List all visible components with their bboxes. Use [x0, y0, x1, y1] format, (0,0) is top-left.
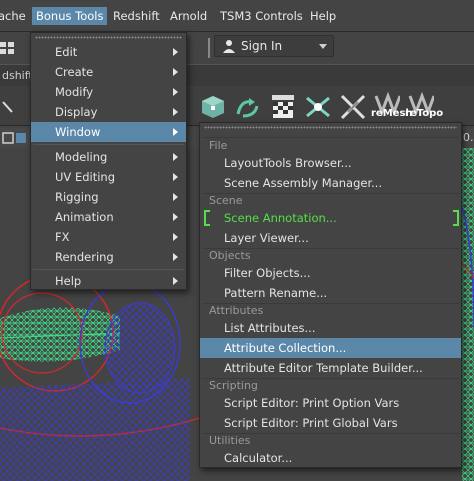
menu-item-display[interactable]: Display: [31, 102, 186, 122]
viewport-readout: 0.: [463, 131, 474, 144]
menu-item-pattern-rename[interactable]: Pattern Rename...: [200, 283, 461, 303]
section-title-scene: Scene: [209, 194, 243, 207]
menu-item-animation[interactable]: Animation: [31, 207, 186, 227]
menu-separator: [33, 269, 184, 270]
menu-item-modify[interactable]: Modify: [31, 82, 186, 102]
chevron-right-icon: [173, 128, 178, 136]
chevron-right-icon: [173, 253, 178, 261]
chevron-right-icon: [173, 233, 178, 241]
section-title-objects: Objects: [209, 249, 251, 262]
section-title-scripting: Scripting: [209, 379, 258, 392]
menu-item-attribute-collection[interactable]: Attribute Collection...: [200, 338, 461, 358]
chevron-right-icon: [173, 108, 178, 116]
section-rule: [202, 137, 459, 138]
tool-icon[interactable]: [0, 92, 28, 120]
menu-separator: [33, 144, 184, 145]
menu-item-layouttools-browser[interactable]: LayoutTools Browser...: [200, 153, 461, 173]
menu-item-create[interactable]: Create: [31, 62, 186, 82]
transfer-icon[interactable]: [233, 92, 261, 120]
menubar-item-arnold[interactable]: Arnold: [170, 0, 207, 32]
menu-item-modeling[interactable]: Modeling: [31, 147, 186, 167]
menu-item-list-attributes[interactable]: List Attributes...: [200, 318, 461, 338]
tearoff-handle[interactable]: [204, 126, 457, 129]
chevron-right-icon: [173, 68, 178, 76]
retopo-label: reTopo: [405, 108, 444, 119]
bonus-tools-menu: Edit Create Modify Display Window Modeli…: [30, 32, 187, 290]
menu-item-attribute-editor-template-builder[interactable]: Attribute Editor Template Builder...: [200, 358, 461, 378]
menu-item-uv-editing[interactable]: UV Editing: [31, 167, 186, 187]
section-title-file: File: [209, 139, 228, 152]
menu-item-print-option-vars[interactable]: Script Editor: Print Option Vars: [200, 393, 461, 413]
menu-item-rendering[interactable]: Rendering: [31, 247, 186, 267]
menu-item-layer-viewer[interactable]: Layer Viewer...: [200, 228, 461, 248]
section-title-attributes: Attributes: [209, 304, 264, 317]
menubar-item-redshift[interactable]: Redshift: [113, 0, 160, 32]
menu-item-window[interactable]: Window: [31, 122, 186, 142]
chevron-right-icon: [173, 277, 178, 285]
menu-item-scene-annotation[interactable]: Scene Annotation...: [200, 208, 461, 228]
chevron-right-icon: [173, 173, 178, 181]
menu-item-filter-objects[interactable]: Filter Objects...: [200, 263, 461, 283]
chevron-right-icon: [173, 153, 178, 161]
menu-item-scene-assembly-manager[interactable]: Scene Assembly Manager...: [200, 173, 461, 193]
chevron-right-icon: [173, 88, 178, 96]
signin-label: Sign In: [241, 39, 283, 53]
shelf-tab-redshift[interactable]: dshift: [2, 69, 33, 82]
bracket-right-icon: [453, 210, 459, 226]
menu-item-rigging[interactable]: Rigging: [31, 187, 186, 207]
grid-icon[interactable]: [0, 36, 30, 60]
menubar-item-bonus-tools[interactable]: Bonus Tools: [32, 7, 108, 25]
menu-item-help[interactable]: Help: [31, 271, 186, 291]
window-submenu: File LayoutTools Browser... Scene Assemb…: [199, 122, 462, 468]
sword-icon[interactable]: [338, 92, 366, 120]
main-menubar: ache Bonus Tools Redshift Arnold TSM3 Co…: [0, 0, 474, 32]
menubar-item-tsm3-controls[interactable]: TSM3 Controls: [220, 0, 303, 32]
scatter-icon[interactable]: [303, 92, 331, 120]
menu-item-print-global-vars[interactable]: Script Editor: Print Global Vars: [200, 413, 461, 433]
chevron-down-icon: [319, 44, 327, 49]
menu-item-fx[interactable]: FX: [31, 227, 186, 247]
chevron-right-icon: [173, 48, 178, 56]
menubar-item-cache[interactable]: ache: [0, 0, 26, 32]
menu-item-calculator[interactable]: Calculator...: [200, 448, 461, 468]
user-icon: [223, 40, 235, 53]
section-title-utilities: Utilities: [209, 434, 251, 447]
menu-item-edit[interactable]: Edit: [31, 42, 186, 62]
cube-icon[interactable]: [198, 92, 226, 120]
chevron-right-icon: [173, 213, 178, 221]
view-mode-icon[interactable]: [2, 130, 32, 146]
menubar-item-help[interactable]: Help: [310, 0, 336, 32]
signin-dropdown[interactable]: Sign In: [214, 35, 334, 57]
chevron-right-icon: [173, 193, 178, 201]
checker-icon[interactable]: [268, 92, 296, 120]
tearoff-handle[interactable]: [35, 36, 182, 39]
